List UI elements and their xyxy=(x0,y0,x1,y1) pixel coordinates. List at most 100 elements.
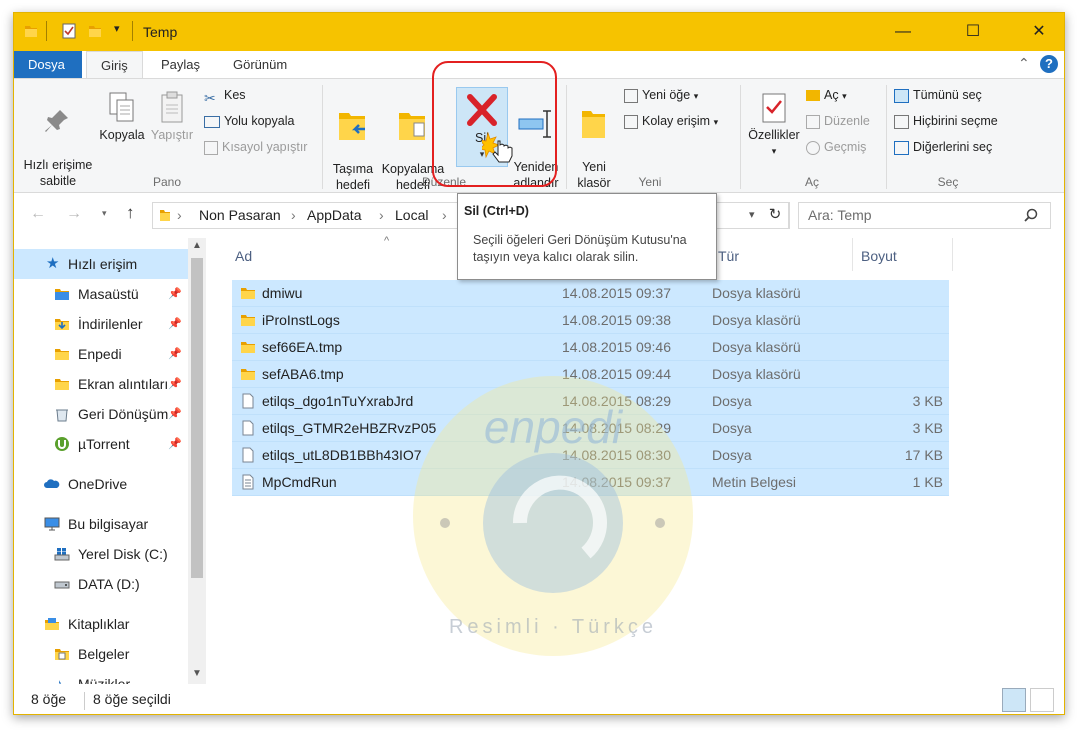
file-type: Dosya klasörü xyxy=(712,285,801,301)
pin-icon[interactable]: 📌 xyxy=(168,279,182,309)
nav-onedrive[interactable]: OneDrive xyxy=(14,469,188,499)
folder-icon xyxy=(241,288,255,299)
easy-access-button[interactable]: Kolay erişim ▾ xyxy=(624,112,718,132)
column-divider[interactable] xyxy=(852,238,853,271)
nav-item-label: Enpedi xyxy=(78,346,122,362)
breadcrumb-item[interactable]: Non Pasaran xyxy=(199,207,281,223)
file-type: Dosya klasörü xyxy=(712,312,801,328)
file-row[interactable]: MpCmdRun 14.08.2015 09:37 Metin Belgesi 1 K… xyxy=(232,469,949,496)
scroll-thumb[interactable] xyxy=(191,258,203,578)
address-dropdown-icon[interactable]: ▾ xyxy=(749,208,755,221)
properties-dropdown-icon[interactable]: ▾ xyxy=(744,143,804,159)
nav-item-ekran-alintilari[interactable]: Ekran alıntıları 📌 xyxy=(14,369,188,399)
large-icons-view-icon[interactable] xyxy=(1030,688,1054,712)
tab-share[interactable]: Paylaş xyxy=(147,51,214,78)
select-all-button[interactable]: Tümünü seç xyxy=(894,86,982,106)
scroll-down-icon[interactable]: ▼ xyxy=(192,668,202,679)
customize-quick-access-icon[interactable]: ▾ xyxy=(114,22,120,35)
pin-icon[interactable]: 📌 xyxy=(168,399,182,429)
file-row[interactable]: etilqs_GTMR2eHBZRvzP05 14.08.2015 08:29 Do… xyxy=(232,415,949,442)
search-icon[interactable] xyxy=(1024,208,1038,222)
file-row[interactable]: sef66EA.tmp 14.08.2015 09:46 Dosya klasörü xyxy=(232,334,949,361)
open-button[interactable]: Aç ▾ xyxy=(806,86,847,106)
nav-item-enpedi[interactable]: Enpedi 📌 xyxy=(14,339,188,369)
help-icon[interactable]: ? xyxy=(1040,55,1058,73)
collapse-ribbon-icon[interactable]: ⌃ xyxy=(1018,55,1030,72)
file-icon xyxy=(242,420,254,436)
tab-view[interactable]: Görünüm xyxy=(219,51,301,78)
pin-icon[interactable]: 📌 xyxy=(168,339,182,369)
copy-button[interactable]: Kopyala xyxy=(98,91,146,143)
column-header-name[interactable]: Ad xyxy=(235,238,252,274)
pin-quick-access-button[interactable]: Hızlı erişime sabitle xyxy=(20,91,96,189)
copy-icon xyxy=(109,92,134,122)
file-row[interactable]: sefABA6.tmp 14.08.2015 09:44 Dosya klasörü xyxy=(232,361,949,388)
nav-library-documents[interactable]: Belgeler xyxy=(14,639,188,669)
properties-quick-icon[interactable] xyxy=(62,23,76,39)
minimize-button[interactable]: — xyxy=(880,13,926,51)
pin-icon[interactable]: 📌 xyxy=(168,309,182,339)
ribbon-separator xyxy=(322,85,323,189)
column-divider[interactable] xyxy=(952,238,953,271)
nav-quick-access[interactable]: ★ Hızlı erişim xyxy=(14,249,188,279)
tab-home[interactable]: Giriş xyxy=(86,51,143,79)
nav-pane-scrollbar[interactable]: ▲ ▼ xyxy=(188,238,206,684)
search-box[interactable]: Ara: Temp xyxy=(798,202,1051,229)
invert-selection-icon xyxy=(894,140,909,155)
nav-item-label: Ekran alıntıları xyxy=(78,376,169,392)
file-date: 14.08.2015 08:30 xyxy=(562,447,671,463)
tab-file[interactable]: Dosya xyxy=(14,51,82,78)
select-none-label: Hiçbirini seçme xyxy=(913,114,998,128)
title-bar: ▾ Temp — ☐ ✕ xyxy=(14,13,1064,51)
file-row[interactable]: dmiwu 14.08.2015 09:37 Dosya klasörü xyxy=(232,280,949,307)
back-arrow-icon[interactable]: ← xyxy=(30,205,46,223)
maximize-button[interactable]: ☐ xyxy=(950,13,996,51)
properties-button[interactable]: Özellikler ▾ xyxy=(744,91,804,159)
recycle-bin-icon xyxy=(56,409,68,422)
file-row[interactable]: etilqs_dgo1nTuYxrabJrd 14.08.2015 08:29 Do… xyxy=(232,388,949,415)
nav-drive-d[interactable]: DATA (D:) xyxy=(14,569,188,599)
text-document-icon xyxy=(242,474,254,490)
scroll-up-icon[interactable]: ▲ xyxy=(192,240,202,251)
breadcrumb-item[interactable]: Local xyxy=(395,207,428,223)
select-none-button[interactable]: Hiçbirini seçme xyxy=(894,112,998,132)
nav-libraries[interactable]: Kitaplıklar xyxy=(14,609,188,639)
new-folder-button[interactable]: Yeni klasör xyxy=(570,91,618,191)
music-icon: ♪ xyxy=(56,676,63,684)
nav-item-masaustu[interactable]: Masaüstü 📌 xyxy=(14,279,188,309)
paste-shortcut-button[interactable]: Kısayol yapıştır xyxy=(204,138,307,158)
file-row[interactable]: iProInstLogs 14.08.2015 09:38 Dosya klasör… xyxy=(232,307,949,334)
breadcrumb-item[interactable]: AppData xyxy=(307,207,361,223)
column-header-size[interactable]: Boyut xyxy=(861,238,897,274)
invert-selection-button[interactable]: Diğerlerini seç xyxy=(894,138,992,158)
file-row[interactable]: etilqs_utL8DB1BBh43IO7 14.08.2015 08:30 Do… xyxy=(232,442,949,469)
copy-path-button[interactable]: Yolu kopyala xyxy=(204,112,294,132)
nav-library-label: Belgeler xyxy=(78,646,130,662)
nav-this-pc[interactable]: Bu bilgisayar xyxy=(14,509,188,539)
move-to-button[interactable]: Taşıma hedefi xyxy=(326,93,380,193)
paste-button[interactable]: Yapıştır xyxy=(148,91,196,143)
nav-item-utorrent[interactable]: µTorrent 📌 xyxy=(14,429,188,459)
history-button[interactable]: Geçmiş xyxy=(806,138,866,158)
cut-button[interactable]: ✂ Kes xyxy=(204,86,246,106)
new-folder-quick-icon[interactable] xyxy=(88,23,102,39)
details-view-icon[interactable] xyxy=(1002,688,1026,712)
recent-locations-icon[interactable]: ▾ xyxy=(102,208,107,219)
new-item-button[interactable]: Yeni öğe ▾ xyxy=(624,86,698,106)
refresh-icon[interactable]: ↻ xyxy=(762,202,789,229)
nav-library-music[interactable]: ♪ Müzikler xyxy=(14,669,188,684)
pin-icon[interactable]: 📌 xyxy=(168,369,182,399)
delete-tooltip: Sil (Ctrl+D) Seçili öğeleri Geri Dönüşüm… xyxy=(457,193,717,280)
nav-item-indirilenler[interactable]: İndirilenler 📌 xyxy=(14,309,188,339)
forward-arrow-icon[interactable]: → xyxy=(66,205,82,223)
nav-drive-c[interactable]: Yerel Disk (C:) xyxy=(14,539,188,569)
open-icon xyxy=(806,90,820,102)
pin-icon[interactable]: 📌 xyxy=(168,429,182,459)
up-arrow-icon[interactable]: ↑ xyxy=(126,203,135,223)
nav-item-geri-donusum[interactable]: Geri Dönüşüm 📌 xyxy=(14,399,188,429)
group-label-open: Aç xyxy=(804,175,819,189)
close-button[interactable]: ✕ xyxy=(1016,13,1062,51)
edit-button[interactable]: Düzenle xyxy=(806,112,870,132)
column-header-type[interactable]: Tür xyxy=(718,238,739,274)
file-size: 3 KB xyxy=(912,393,943,409)
